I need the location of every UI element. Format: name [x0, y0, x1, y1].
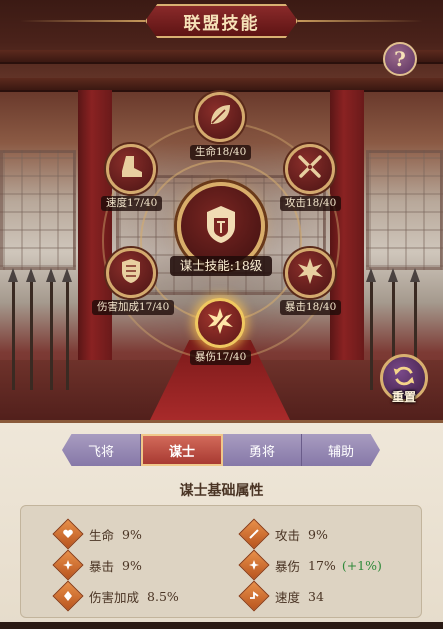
- skill-node-life[interactable]: [195, 92, 245, 142]
- title-divider: [20, 20, 145, 22]
- lattice-window: [366, 150, 443, 270]
- spear: [8, 268, 18, 390]
- reset-label: 重置: [391, 390, 416, 404]
- armor-icon: [116, 256, 146, 290]
- stat-name: 暴击: [89, 558, 115, 574]
- help-button[interactable]: ?: [383, 42, 417, 76]
- roof-beam: [0, 50, 443, 64]
- stat-name: 攻击: [275, 527, 301, 543]
- boot-icon: [116, 152, 146, 186]
- tab-label: 勇将: [248, 444, 275, 460]
- tab-feijiang[interactable]: 飞将: [62, 434, 141, 466]
- stat-name: 伤害加成: [89, 589, 140, 605]
- tab-fuzhu[interactable]: 辅助: [302, 434, 380, 466]
- skill-label-speed: 速度17/40: [101, 196, 163, 211]
- stat-value: 34: [308, 588, 324, 604]
- stat-value: 9%: [122, 557, 142, 573]
- skill-node-crit-damage[interactable]: [195, 298, 245, 348]
- crossed-swords-icon: [295, 152, 325, 186]
- skill-label-attack: 攻击18/40: [280, 196, 342, 211]
- stat-value: 8.5%: [147, 588, 179, 604]
- tab-label: 辅助: [327, 444, 354, 460]
- section-title: 谋士基础属性: [179, 483, 264, 499]
- question-icon: ?: [394, 47, 406, 71]
- burst-sword-icon: [205, 306, 235, 340]
- spear: [366, 268, 376, 390]
- stat-value: 17%: [308, 557, 336, 573]
- lattice-window: [0, 150, 76, 270]
- stats-box: 生命 9% 攻击 9% 暴击 9% 暴伤 17% (+1%) 伤害加成 8.5%…: [20, 505, 422, 618]
- tab-label: 飞将: [87, 444, 114, 460]
- skill-node-attack[interactable]: [285, 144, 335, 194]
- skill-node-crit[interactable]: [285, 248, 335, 298]
- spear: [62, 268, 72, 390]
- title-divider: [298, 20, 423, 22]
- stat-name: 暴伤: [275, 558, 301, 574]
- tab-moushi[interactable]: 谋士: [141, 434, 223, 466]
- damage-icon: [52, 580, 84, 612]
- crit-damage-icon: [238, 549, 270, 581]
- center-skill-label: 谋士技能:18级: [170, 256, 272, 276]
- skill-label-life: 生命18/40: [190, 145, 252, 160]
- burst-icon: [295, 256, 325, 290]
- tab-label: 谋士: [168, 444, 195, 460]
- stat-crit-damage: 暴伤 17% (+1%): [238, 549, 382, 581]
- skill-node-damage-bonus[interactable]: [106, 248, 156, 298]
- stat-damage-bonus: 伤害加成 8.5%: [52, 580, 179, 612]
- stat-name: 速度: [275, 589, 301, 605]
- roof-beam: [0, 78, 443, 92]
- stat-value: 9%: [308, 526, 328, 542]
- speed-icon: [238, 580, 270, 612]
- page-title: 联盟技能: [145, 4, 298, 38]
- stat-crit: 暴击 9%: [52, 549, 142, 581]
- skill-label-damage-bonus: 伤害加成17/40: [92, 300, 175, 315]
- bottom-strip: [0, 622, 443, 629]
- stat-speed: 速度 34: [238, 580, 324, 612]
- tab-yongjiang[interactable]: 勇将: [223, 434, 302, 466]
- stat-bonus: (+1%): [341, 557, 382, 573]
- class-tabs: 飞将 谋士 勇将 辅助: [62, 434, 380, 466]
- stat-name: 生命: [89, 527, 115, 543]
- stat-attack: 攻击 9%: [238, 518, 328, 550]
- spear: [46, 268, 56, 390]
- stat-value: 9%: [122, 526, 142, 542]
- sword-icon: [238, 518, 270, 550]
- crit-icon: [52, 549, 84, 581]
- skill-label-crit: 暴击18/40: [280, 300, 342, 315]
- leaf-icon: [205, 100, 235, 134]
- spear: [26, 268, 36, 390]
- skill-label-crit-damage: 暴伤17/40: [190, 350, 252, 365]
- stat-life: 生命 9%: [52, 518, 142, 550]
- shield-helmet-icon: [197, 200, 245, 252]
- page-title-text: 联盟技能: [183, 13, 260, 34]
- skill-node-speed[interactable]: [106, 144, 156, 194]
- heart-icon: [52, 518, 84, 550]
